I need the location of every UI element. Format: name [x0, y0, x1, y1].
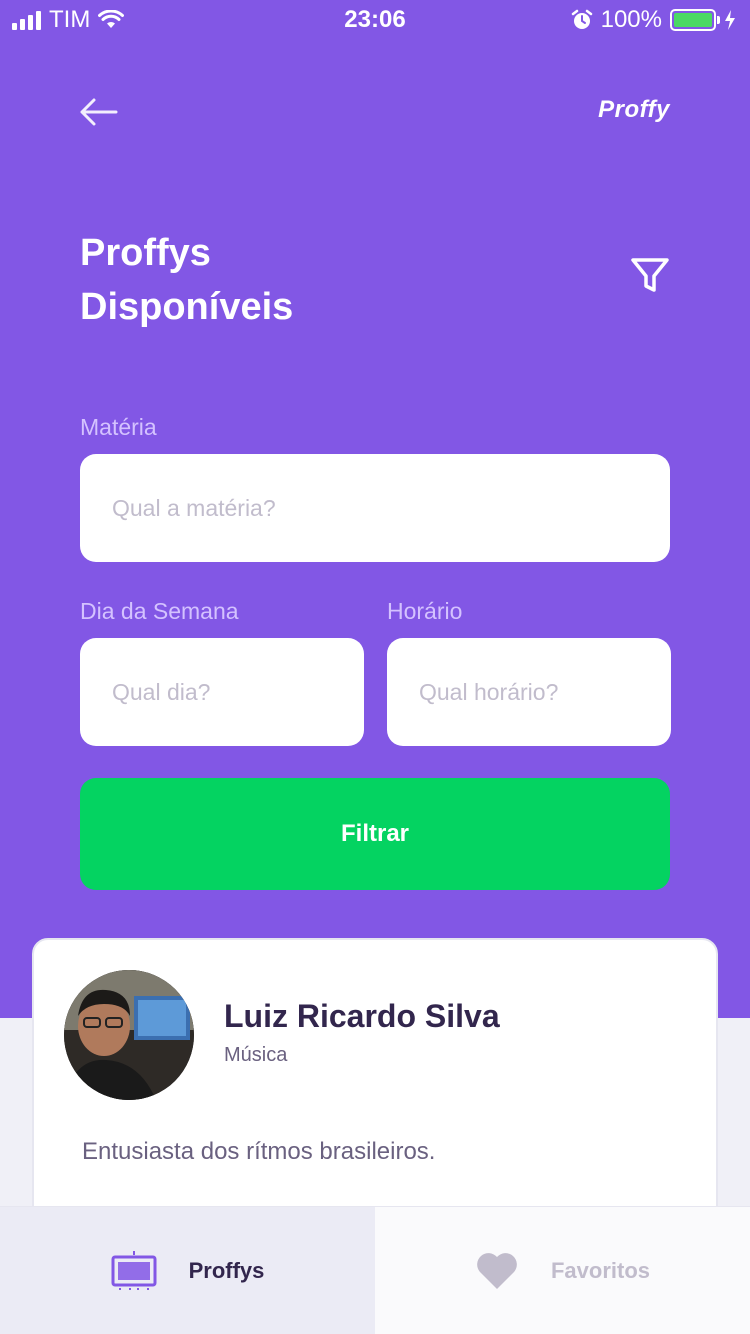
alarm-icon [571, 9, 592, 29]
tab-favoritos-label: Favoritos [550, 1258, 651, 1283]
subject-label: Matéria [80, 414, 157, 440]
page-title-line2: Disponíveis [80, 286, 294, 328]
arrow-left-icon [80, 98, 118, 126]
proffy-logo: Proffy [598, 96, 670, 123]
teacher-name: Luiz Ricardo Silva [224, 998, 500, 1034]
time-input[interactable] [387, 638, 671, 746]
battery-percent: 100% [600, 6, 662, 33]
tab-proffys-label: Proffys [188, 1258, 265, 1283]
tab-proffys[interactable]: Proffys [0, 1207, 375, 1334]
heart-icon [477, 1253, 517, 1289]
time-label: Horário [387, 598, 463, 624]
status-bar: TIM 23:06 100% [0, 0, 750, 40]
avatar-image [64, 970, 194, 1100]
filter-icon [631, 258, 669, 292]
subject-input[interactable] [80, 454, 670, 562]
charging-icon [725, 10, 735, 30]
tab-favoritos[interactable]: Favoritos [375, 1207, 750, 1334]
weekday-input[interactable] [80, 638, 364, 746]
back-button[interactable] [78, 94, 118, 130]
page-title-line1: Proffys [80, 232, 211, 274]
teacher-bio: Entusiasta dos rítmos brasileiros. [82, 1138, 436, 1165]
filter-toggle-button[interactable] [628, 254, 672, 298]
battery-icon [670, 9, 720, 31]
bottom-tab-bar: Proffys Favoritos [0, 1206, 750, 1334]
status-bar-right: 100% [571, 6, 736, 34]
page-title: Proffys Disponíveis [80, 226, 460, 334]
weekday-label: Dia da Semana [80, 598, 239, 624]
filter-button[interactable]: Filtrar [80, 778, 670, 890]
teacher-card: Luiz Ricardo Silva Música Entusiasta dos… [32, 938, 718, 1238]
tv-icon [111, 1251, 157, 1290]
teacher-subject: Música [224, 1044, 288, 1066]
avatar [64, 970, 194, 1100]
